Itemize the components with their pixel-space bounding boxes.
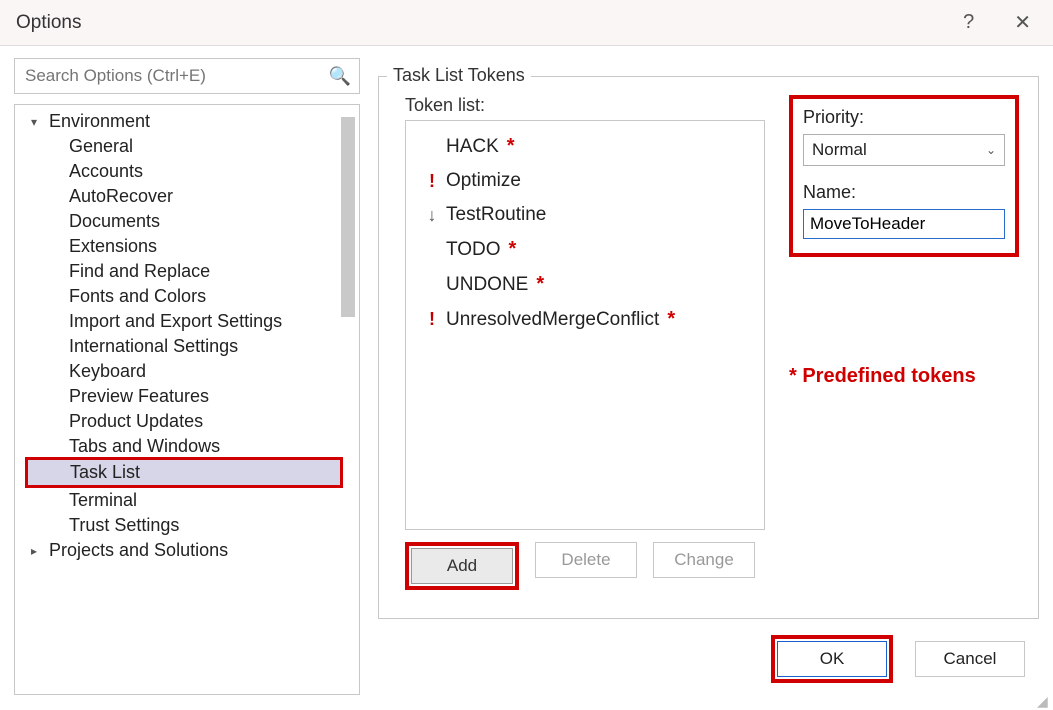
- tree-item-fonts-and-colors[interactable]: Fonts and Colors: [15, 284, 359, 309]
- token-list-label: Token list:: [405, 95, 765, 116]
- tree-item-find-and-replace[interactable]: Find and Replace: [15, 259, 359, 284]
- token-button-row: Add Delete Change: [405, 542, 765, 590]
- name-input[interactable]: [803, 209, 1005, 239]
- cancel-button[interactable]: Cancel: [915, 641, 1025, 677]
- right-pane: Task List Tokens Token list: HACK * !: [378, 58, 1039, 695]
- name-label: Name:: [803, 182, 1005, 203]
- tree-item-terminal[interactable]: Terminal: [15, 488, 359, 513]
- tree-item-extensions[interactable]: Extensions: [15, 234, 359, 259]
- titlebar: Options ? ✕: [0, 0, 1053, 46]
- tree-item-tabs-and-windows[interactable]: Tabs and Windows: [15, 434, 359, 459]
- token-item-todo[interactable]: TODO *: [406, 232, 764, 267]
- token-properties-highlight: Priority: Normal ⌄ Name:: [789, 95, 1019, 257]
- tree-node-environment[interactable]: ▾ Environment: [15, 109, 359, 134]
- dialog-footer-buttons: OK Cancel: [771, 635, 1025, 683]
- left-pane: 🔍 ▾ Environment General Accounts AutoRec…: [14, 58, 360, 695]
- search-box[interactable]: 🔍: [14, 58, 360, 94]
- change-button[interactable]: Change: [653, 542, 755, 578]
- token-item-testroutine[interactable]: ↓ TestRoutine: [406, 198, 764, 232]
- exclamation-icon: !: [424, 309, 440, 330]
- tree-item-documents[interactable]: Documents: [15, 209, 359, 234]
- group-title: Task List Tokens: [387, 65, 531, 86]
- tree-label: Environment: [49, 111, 150, 132]
- predef-asterisk-icon: *: [509, 238, 517, 261]
- options-tree: ▾ Environment General Accounts AutoRecov…: [14, 104, 360, 695]
- window-title: Options: [16, 12, 81, 34]
- arrow-down-icon: ↓: [424, 205, 440, 226]
- predef-asterisk-icon: *: [507, 135, 515, 158]
- predefined-tokens-note: * Predefined tokens: [789, 365, 1020, 388]
- options-dialog: Options ? ✕ 🔍 ▾ Environment General Acco…: [0, 0, 1053, 709]
- delete-button[interactable]: Delete: [535, 542, 637, 578]
- tree-item-preview-features[interactable]: Preview Features: [15, 384, 359, 409]
- exclamation-icon: !: [424, 171, 440, 192]
- tree-item-keyboard[interactable]: Keyboard: [15, 359, 359, 384]
- predef-asterisk-icon: *: [667, 308, 675, 331]
- close-button[interactable]: ✕: [1002, 6, 1043, 39]
- tree-node-projects-and-solutions[interactable]: ▸ Projects and Solutions: [15, 538, 359, 563]
- add-button[interactable]: Add: [411, 548, 513, 584]
- search-icon: 🔍: [329, 66, 351, 87]
- token-list[interactable]: HACK * ! Optimize ↓ TestRoutine: [405, 120, 765, 530]
- tree-item-autorecover[interactable]: AutoRecover: [15, 184, 359, 209]
- highlight-ok: OK: [771, 635, 893, 683]
- token-properties-column: Priority: Normal ⌄ Name: * Predefined to…: [789, 95, 1020, 602]
- dialog-body: 🔍 ▾ Environment General Accounts AutoRec…: [0, 46, 1053, 709]
- token-item-hack[interactable]: HACK *: [406, 129, 764, 164]
- chevron-down-icon: ⌄: [986, 143, 996, 157]
- tree-item-task-list[interactable]: Task List: [25, 457, 343, 488]
- highlight-add: Add: [405, 542, 519, 590]
- expander-icon: ▾: [31, 115, 43, 129]
- predef-asterisk-icon: *: [536, 273, 544, 296]
- tree-item-general[interactable]: General: [15, 134, 359, 159]
- priority-value: Normal: [812, 140, 867, 160]
- priority-select[interactable]: Normal ⌄: [803, 134, 1005, 166]
- priority-label: Priority:: [803, 107, 1005, 128]
- token-item-optimize[interactable]: ! Optimize: [406, 164, 764, 198]
- search-input[interactable]: [23, 65, 329, 87]
- token-item-unresolvedmergeconflict[interactable]: ! UnresolvedMergeConflict *: [406, 302, 764, 337]
- task-list-tokens-group: Task List Tokens Token list: HACK * !: [378, 76, 1039, 619]
- tree-item-import-export-settings[interactable]: Import and Export Settings: [15, 309, 359, 334]
- resize-grip-icon[interactable]: ◢: [1037, 693, 1051, 707]
- tree-item-trust-settings[interactable]: Trust Settings: [15, 513, 359, 538]
- tree-item-international-settings[interactable]: International Settings: [15, 334, 359, 359]
- expander-icon: ▸: [31, 544, 43, 558]
- tree-label: Projects and Solutions: [49, 540, 228, 561]
- tree-scrollbar[interactable]: [341, 117, 355, 317]
- titlebar-controls: ? ✕: [963, 6, 1043, 39]
- tree-item-accounts[interactable]: Accounts: [15, 159, 359, 184]
- ok-button[interactable]: OK: [777, 641, 887, 677]
- token-column: Token list: HACK * ! Optimize: [405, 95, 765, 602]
- tree-item-product-updates[interactable]: Product Updates: [15, 409, 359, 434]
- help-button[interactable]: ?: [963, 11, 974, 34]
- token-item-undone[interactable]: UNDONE *: [406, 267, 764, 302]
